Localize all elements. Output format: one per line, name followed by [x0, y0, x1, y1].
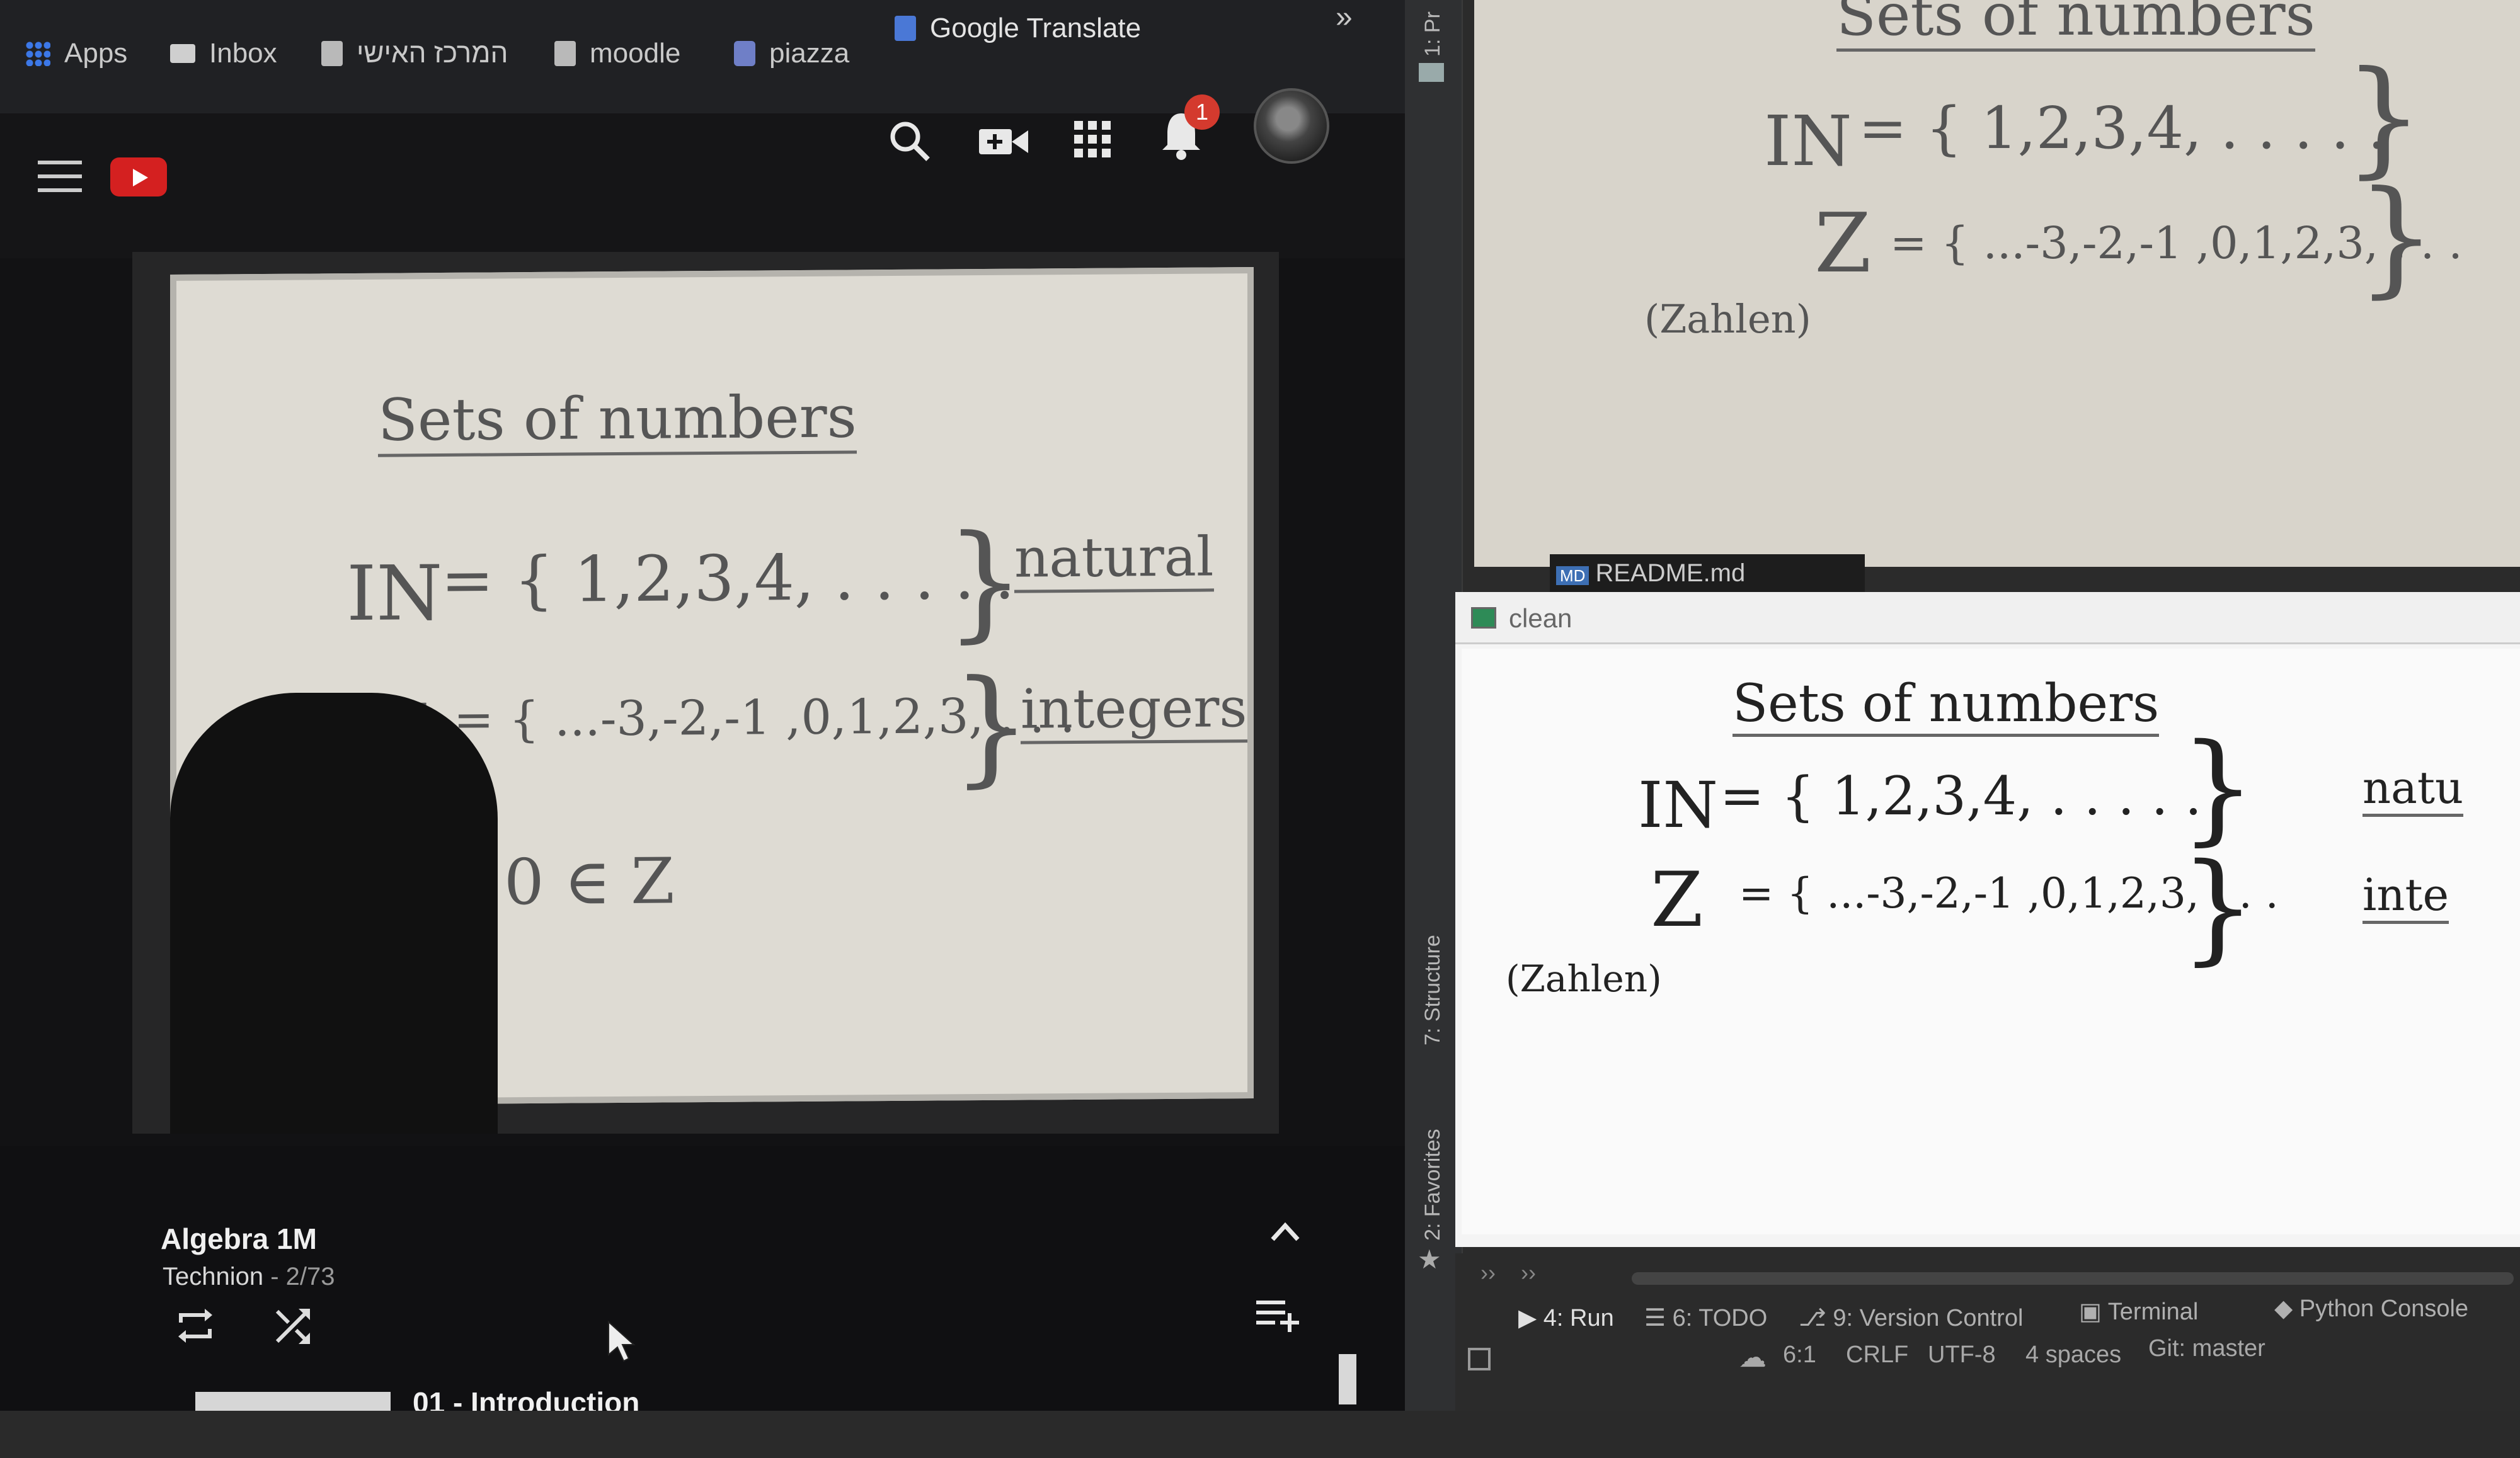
bookmark-inbox[interactable]: Inbox [170, 38, 277, 69]
playlist-scrollbar[interactable] [1339, 1354, 1356, 1404]
status-encoding[interactable]: UTF-8 [1928, 1341, 1996, 1369]
image-viewer-window: clean Sets of numbers IN = { 1,2,3,4, . … [1455, 592, 2520, 1247]
apps-grid-icon[interactable] [1068, 113, 1118, 164]
search-icon[interactable] [885, 117, 936, 167]
translate-icon [895, 16, 916, 41]
apps-grid-icon [25, 41, 50, 66]
upper-n-set: = { 1,2,3,4, . . . . . [1858, 94, 2386, 162]
upper-zahlen: (Zahlen) [1644, 296, 1811, 342]
board-title: Sets of numbers [378, 383, 857, 457]
youtube-logo[interactable] [110, 157, 167, 196]
horizontal-scrollbar[interactable] [1632, 1272, 2514, 1285]
toolwindow-python-console[interactable]: ◆ Python Console [2274, 1294, 2468, 1323]
image-viewer-title: clean [1509, 603, 1572, 633]
list-icon: ☰ [1644, 1305, 1673, 1331]
hamburger-menu-icon[interactable] [38, 161, 82, 192]
upper-z-close-brace: } [2356, 164, 2437, 310]
board-z-label: integers [1021, 676, 1247, 744]
shuffle-icon[interactable] [271, 1304, 315, 1348]
piazza-icon [734, 41, 755, 66]
playlist-channel: Technion - 2/73 [163, 1263, 335, 1290]
image-preview-upper: Sets of numbers IN = { 1,2,3,4, . . . . … [1474, 0, 2520, 567]
readme-file-tab[interactable]: MD README.md [1550, 554, 1865, 592]
lower-title: Sets of numbers [1732, 674, 2160, 737]
upper-z-symbol: Z [1814, 195, 1872, 291]
lower-n-set: = { 1,2,3,4, . . . . . [1720, 765, 2202, 827]
video-player[interactable]: Sets of numbers IN = { 1,2,3,4, . . . . … [132, 252, 1279, 1134]
playlist-panel: Algebra 1M Technion - 2/73 01 - Introduc… [0, 1146, 1405, 1411]
create-video-icon[interactable] [975, 117, 1032, 167]
upper-title: Sets of numbers [1836, 0, 2315, 52]
loop-icon[interactable] [173, 1304, 217, 1348]
board-n-close-brace: } [945, 508, 1026, 656]
board-n-symbol: IN [346, 549, 443, 639]
side-tab-favorites[interactable]: 2: Favorites [1421, 1129, 1445, 1241]
save-playlist-icon[interactable] [1254, 1294, 1304, 1338]
board-z-close-brace: } [951, 652, 1032, 800]
notification-count-badge: 1 [1184, 94, 1220, 130]
toolwindow-run[interactable]: ▶ 4: Run [1518, 1304, 1614, 1332]
expand-chevrons-icon[interactable]: ›› ›› [1480, 1260, 1536, 1286]
lower-n-symbol: IN [1638, 768, 1719, 842]
lower-n-close-brace: } [2180, 718, 2256, 857]
bookmark-apps[interactable]: Apps [25, 38, 127, 69]
vcs-branch-icon: ⎇ [1799, 1305, 1833, 1331]
ide-window: 1: Pr 7: Structure 2: Favorites ★ Sets o… [1405, 0, 2520, 1411]
lecturer [170, 693, 498, 1134]
image-file-icon [1471, 607, 1496, 629]
bookmark-moodle[interactable]: moodle [554, 38, 680, 69]
browser-window: Apps Inbox המרכז האישי moodle piazza Goo… [0, 0, 1405, 1411]
bookmark-google-translate[interactable]: Google Translate [895, 13, 1141, 44]
status-git-branch[interactable]: Git: master [2148, 1335, 2265, 1362]
markdown-file-icon: MD [1556, 566, 1589, 585]
current-video-title[interactable]: 01 - Introduction [413, 1386, 639, 1411]
page-icon [554, 41, 576, 66]
folder-icon [1419, 63, 1444, 82]
board-membership: 0 ∈ Z [504, 844, 675, 920]
toolwindow-todo[interactable]: ☰ 6: TODO [1644, 1304, 1767, 1332]
toolwindow-version-control[interactable]: ⎇ 9: Version Control [1799, 1304, 2023, 1332]
toggle-tool-windows-icon[interactable] [1468, 1348, 1491, 1370]
status-indent[interactable]: 4 spaces [2025, 1341, 2121, 1369]
run-icon: ▶ [1518, 1305, 1544, 1331]
monitor-bezel [0, 1411, 2520, 1458]
image-preview-lower: Sets of numbers IN = { 1,2,3,4, . . . . … [1462, 649, 2520, 1234]
user-avatar[interactable] [1254, 88, 1329, 164]
side-tab-structure[interactable]: 7: Structure [1421, 935, 1445, 1045]
python-icon: ◆ [2274, 1296, 2300, 1322]
lower-n-label-cropped: natu [2362, 762, 2464, 817]
mouse-cursor-icon [608, 1320, 636, 1362]
playlist-title[interactable]: Algebra 1M [161, 1222, 317, 1256]
side-tab-project[interactable]: 1: Pr [1421, 11, 1445, 57]
star-icon: ★ [1418, 1244, 1441, 1274]
image-viewer-title-bar: clean [1455, 592, 2520, 644]
page-icon [321, 41, 343, 66]
bookmark-piazza[interactable]: piazza [734, 38, 849, 69]
tool-window-bar: ›› ›› ▶ 4: Run ☰ 6: TODO ⎇ 9: Version Co… [1455, 1253, 2520, 1411]
toolwindow-terminal[interactable]: ▣ Terminal [2079, 1297, 2198, 1326]
bookmarks-overflow-chevron[interactable]: » [1336, 0, 1353, 35]
board-n-label: natural [1014, 525, 1214, 593]
lower-zahlen: (Zahlen) [1506, 957, 1662, 1000]
mail-icon [170, 44, 195, 63]
status-line-separator[interactable]: CRLF [1846, 1341, 1908, 1369]
status-indicator-icon[interactable]: ☁ [1739, 1341, 1767, 1374]
lower-z-label-cropped: inte [2362, 869, 2449, 924]
status-caret-position[interactable]: 6:1 [1783, 1341, 1816, 1369]
lower-z-close-brace: } [2180, 838, 2256, 977]
video-thumbnail[interactable] [195, 1392, 391, 1411]
left-tool-stripe: 1: Pr 7: Structure 2: Favorites ★ [1405, 0, 1463, 1411]
board-n-set: = { 1,2,3,4, . . . . . [441, 539, 1015, 618]
terminal-icon: ▣ [2079, 1299, 2108, 1325]
bookmark-hebrew[interactable]: המרכז האישי [321, 38, 508, 69]
upper-n-symbol: IN [1764, 101, 1852, 181]
collapse-chevron-up-icon[interactable] [1266, 1216, 1304, 1247]
lower-z-symbol: Z [1651, 857, 1704, 944]
